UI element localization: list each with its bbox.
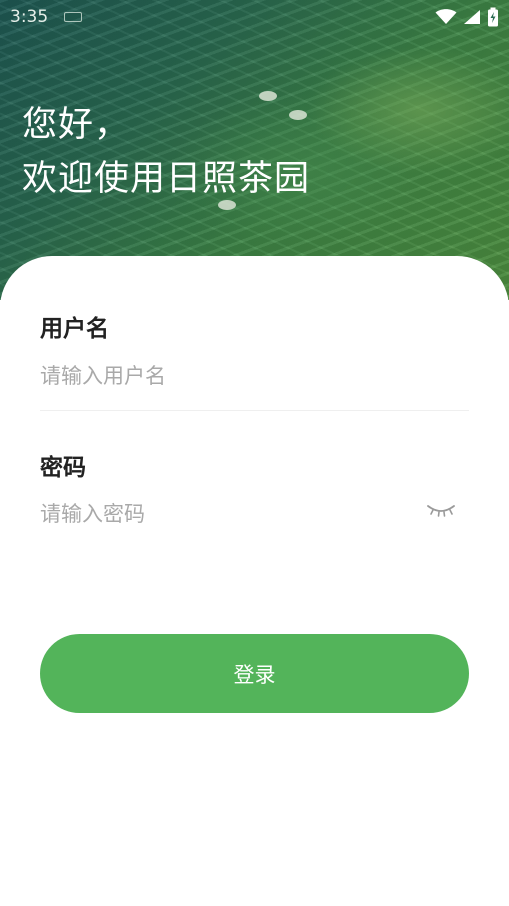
login-button[interactable]: 登录 — [40, 634, 469, 713]
eye-closed-icon[interactable] — [424, 500, 458, 524]
signal-icon — [464, 10, 480, 24]
login-card — [0, 256, 509, 906]
status-time: 3:35 — [10, 7, 49, 27]
greeting-text: 您好， 欢迎使用日照茶园 — [22, 98, 310, 206]
username-label: 用户名 — [40, 316, 109, 342]
greeting-line-welcome: 欢迎使用日照茶园 — [22, 159, 311, 199]
username-divider — [40, 410, 469, 411]
status-icons — [435, 7, 499, 27]
username-input[interactable] — [40, 356, 420, 396]
password-input[interactable] — [40, 494, 410, 534]
keyboard-icon — [64, 12, 83, 22]
greeting-line-hello: 您好， — [22, 105, 131, 145]
password-label: 密码 — [40, 455, 86, 481]
status-bar: 3:35 — [0, 0, 509, 34]
login-button-label: 登录 — [233, 662, 276, 687]
battery-icon — [488, 7, 498, 27]
wifi-icon — [435, 9, 457, 24]
